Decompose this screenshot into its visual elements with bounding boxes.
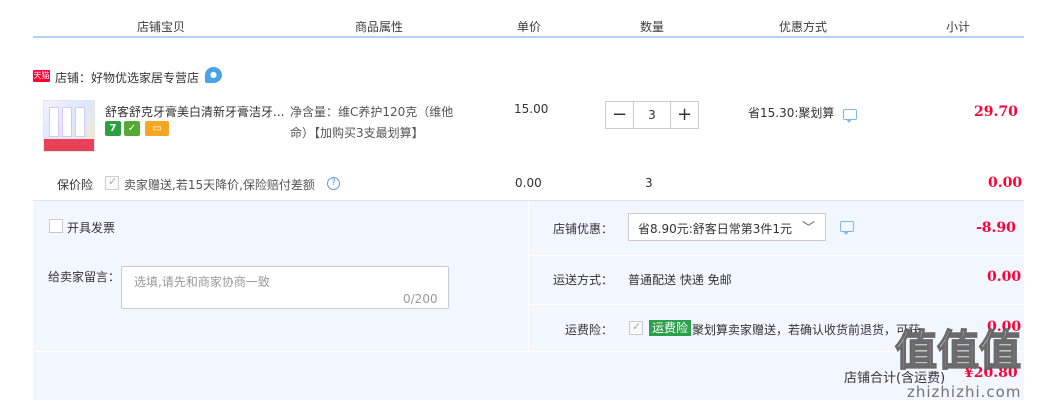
- header-quantity: 数量: [640, 20, 665, 34]
- shipping-amount: 0.00: [987, 269, 1022, 285]
- insurance-price: 0.00: [515, 176, 542, 190]
- discount-info-icon[interactable]: [840, 221, 854, 235]
- site-watermark: 值值值 zhizhizhi.com: [894, 325, 1040, 404]
- freight-insurance-text: 聚划算卖家赠送，若确认收货前退货，可获: [692, 323, 921, 337]
- header-subtotal: 小计: [946, 20, 971, 34]
- promo-text: 省15.30:聚划算: [748, 106, 835, 120]
- header-discount: 优惠方式: [779, 20, 828, 34]
- message-label: 给卖家留言：: [48, 270, 121, 284]
- shop-discount-label: 店铺优惠：: [553, 222, 614, 236]
- watermark-glyphs: 值值值: [894, 326, 1022, 376]
- shipping-value: 普通配送 快递 免邮: [628, 273, 732, 287]
- freight-insurance-checkbox[interactable]: [629, 320, 643, 335]
- guarantee-icon: ✓: [124, 121, 140, 136]
- shipping-label: 运送方式：: [553, 273, 614, 287]
- header-attributes: 商品属性: [355, 20, 404, 34]
- attr-line-2: 命）【加购买3支最划算】: [290, 126, 424, 140]
- help-icon[interactable]: ?: [327, 177, 340, 190]
- qty-decrease-button[interactable]: −: [605, 101, 634, 129]
- insurance-subtotal: 0.00: [988, 175, 1023, 191]
- watermark-site: zhizhizhi.com: [907, 383, 1022, 401]
- attr-line-1: 净含量：维C养护120克（维他: [290, 105, 454, 119]
- table-header: 店铺宝贝 商品属性 单价 数量 优惠方式 小计: [0, 14, 1042, 36]
- insurance-qty: 3: [645, 176, 653, 190]
- wangwang-chat-icon[interactable]: ●: [205, 67, 222, 83]
- message-placeholder: 选填,请先和商家协商一致: [134, 275, 270, 289]
- shop-discount-amount: -8.90: [976, 220, 1016, 236]
- credit-card-icon: ▭: [145, 121, 169, 136]
- quantity-input[interactable]: 3: [634, 101, 670, 129]
- item-subtotal: 29.70: [974, 104, 1018, 120]
- product-thumbnail[interactable]: [43, 100, 95, 152]
- seller-message-textarea[interactable]: 选填,请先和商家协商一致 0/200: [121, 266, 449, 309]
- shop-name-link[interactable]: 店铺：好物优选家居专营店: [55, 69, 199, 86]
- promo-info-icon[interactable]: [843, 109, 857, 123]
- insurance-checkbox[interactable]: [105, 175, 119, 190]
- header-shop-item: 店铺宝贝: [137, 20, 186, 34]
- header-divider: [33, 36, 1024, 38]
- shop-discount-select[interactable]: 省8.90元:舒客日常第3件1元 ﹀: [628, 213, 826, 241]
- message-char-counter: 0/200: [403, 292, 438, 306]
- insurance-label: 保价险: [57, 178, 94, 192]
- header-unit-price: 单价: [517, 20, 542, 34]
- freight-insurance-label: 运费险：: [565, 323, 614, 337]
- qty-increase-button[interactable]: +: [670, 101, 699, 129]
- shop-discount-selected: 省8.90元:舒客日常第3件1元: [638, 222, 793, 236]
- chevron-down-icon: ﹀: [802, 221, 816, 236]
- tmall-icon: 天猫: [33, 70, 50, 82]
- invoice-label[interactable]: 开具发票: [67, 219, 115, 236]
- insurance-text: 卖家赠送,若15天降价,保险赔付差额: [124, 178, 315, 192]
- seven-day-return-icon: 7: [105, 121, 121, 136]
- freight-insurance-tag: 运费险: [649, 320, 692, 336]
- invoice-checkbox[interactable]: [49, 219, 63, 233]
- product-title-link[interactable]: 舒客舒克牙膏美白清新牙膏洁牙...: [105, 103, 284, 120]
- item-unit-price: 15.00: [514, 102, 549, 116]
